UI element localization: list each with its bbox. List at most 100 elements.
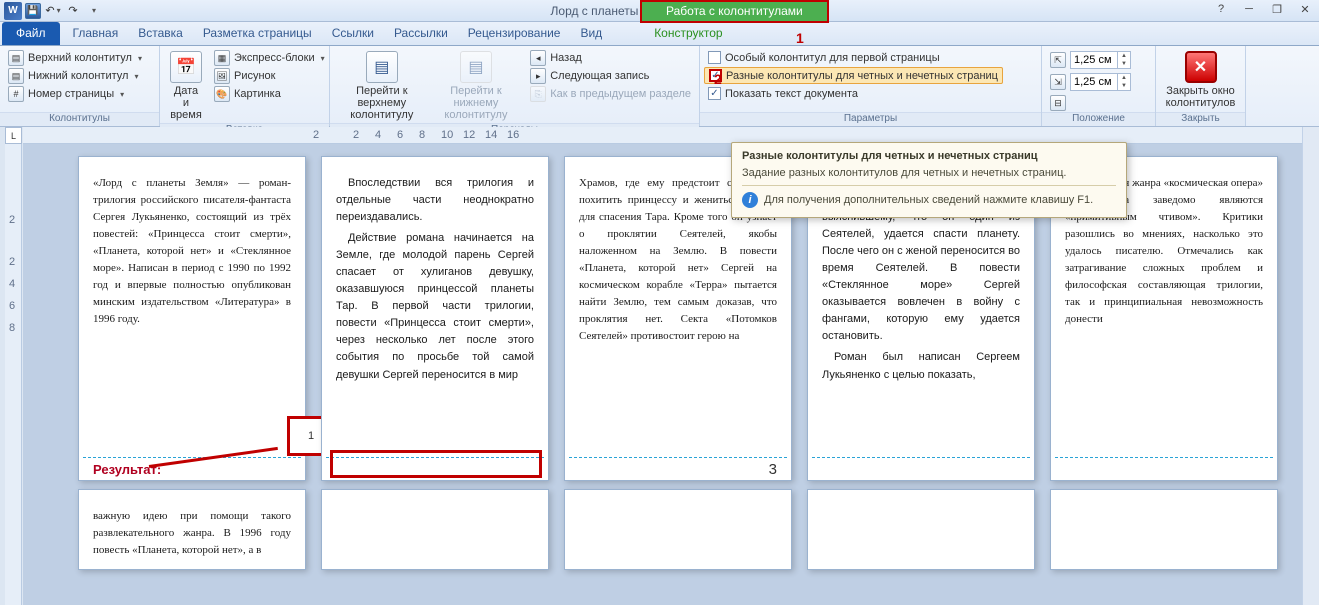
page-number-button[interactable]: #Номер страницы▾ (4, 85, 128, 103)
restore-button[interactable]: ❐ (1263, 0, 1291, 18)
ruler-tick: 2 (9, 256, 15, 268)
close-header-footer-button[interactable]: ✕ Закрыть окно колонтитулов (1160, 49, 1242, 111)
ruler-tick: 2 (353, 129, 359, 141)
goto-header-label1: Перейти к верхнему (340, 85, 424, 109)
tab-selector[interactable]: L (5, 127, 22, 144)
spin-down-icon[interactable]: ▼ (1118, 82, 1130, 90)
show-document-text-checkbox[interactable]: ✓Показать текст документа (704, 86, 862, 101)
first-page-different-checkbox[interactable]: Особый колонтитул для первой страницы (704, 50, 944, 65)
goto-header-button[interactable]: ▤ Перейти к верхнему колонтитулу (334, 49, 430, 123)
date-time-label2: время (170, 109, 202, 121)
previous-button[interactable]: ◂Назад (526, 49, 695, 67)
group-close: ✕ Закрыть окно колонтитулов Закрыть (1156, 46, 1246, 126)
tab-file[interactable]: Файл (2, 22, 60, 45)
next-label: Следующая запись (550, 70, 649, 82)
ruler-tick: 10 (441, 129, 453, 141)
help-button[interactable]: ? (1207, 0, 1235, 18)
checkbox-icon (708, 51, 721, 64)
odd-even-different-checkbox[interactable]: ✓Разные колонтитулы для четных и нечетны… (704, 67, 1003, 84)
page-8-even[interactable] (564, 489, 792, 570)
tab-references[interactable]: Ссылки (322, 22, 384, 45)
group-label-headers: Колонтитулы (0, 112, 159, 126)
picture-label: Рисунок (234, 70, 276, 82)
close-label2: колонтитулов (1166, 97, 1236, 109)
page-body-text: важную идею при помощи такого развлекате… (79, 490, 305, 569)
tab-designer[interactable]: Конструктор (644, 22, 732, 45)
spin-down-icon[interactable]: ▼ (1118, 60, 1130, 68)
qat-customize[interactable]: ▾ (84, 2, 102, 20)
page-2-even[interactable]: Впоследствии вся трилогия и отдельные ча… (321, 156, 549, 481)
footer-button[interactable]: ▤Нижний колонтитул▾ (4, 67, 142, 85)
header-from-top[interactable]: ⇱ ▲▼ (1046, 50, 1135, 70)
title-bar: W 💾 ↶▾ ↷ ▾ Лорд с планеты Земля - Micros… (0, 0, 1319, 22)
goto-footer-label2: колонтитулу (444, 109, 507, 121)
tab-home[interactable]: Главная (63, 22, 129, 45)
group-insert: 📅 Дата и время ▦Экспресс-блоки▾ 🖼Рисунок… (160, 46, 330, 126)
clipart-button[interactable]: 🎨Картинка (210, 85, 329, 103)
spin-up-icon[interactable]: ▲ (1118, 74, 1130, 82)
header-label: Верхний колонтитул (28, 52, 132, 64)
close-window-button[interactable]: ✕ (1291, 0, 1319, 18)
goto-header-icon: ▤ (366, 51, 398, 83)
word-app-icon[interactable]: W (4, 2, 22, 20)
window-controls: ? ─ ❐ ✕ (1207, 0, 1319, 18)
quick-access-toolbar: W 💾 ↶▾ ↷ ▾ (0, 2, 102, 20)
tab-insert[interactable]: Вставка (128, 22, 193, 45)
footer-bottom-input[interactable] (1071, 75, 1117, 89)
undo-button[interactable]: ↶▾ (44, 2, 62, 20)
footer-label: Нижний колонтитул (28, 70, 128, 82)
link-previous-label: Как в предыдущем разделе (550, 88, 691, 100)
redo-button[interactable]: ↷ (64, 2, 82, 20)
clipart-label: Картинка (234, 88, 281, 100)
page-7-odd[interactable] (321, 489, 549, 570)
close-label1: Закрыть окно (1166, 85, 1235, 97)
ruler-tick: 4 (375, 129, 381, 141)
footer-from-bottom[interactable]: ⇲ ▲▼ (1046, 72, 1135, 92)
calendar-icon: 📅 (170, 51, 202, 83)
tab-icon: ⊟ (1050, 95, 1066, 111)
vertical-ruler[interactable]: 2 2 4 6 8 (5, 144, 22, 605)
tooltip-f1-text: Для получения дополнительных сведений на… (764, 194, 1093, 206)
page-body-text: Впоследствии вся трилогия и отдельные ча… (322, 157, 548, 457)
tab-page-layout[interactable]: Разметка страницы (193, 22, 322, 45)
page-9-odd[interactable] (807, 489, 1035, 570)
page-1-odd[interactable]: «Лорд с планеты Земля» — роман- трилогия… (78, 156, 306, 481)
tab-mailings[interactable]: Рассылки (384, 22, 458, 45)
page-10-even[interactable] (1050, 489, 1278, 570)
page-footer[interactable] (808, 458, 1034, 480)
page-number-text: 3 (769, 461, 777, 478)
picture-button[interactable]: 🖼Рисунок (210, 67, 329, 85)
date-time-button[interactable]: 📅 Дата и время (164, 49, 208, 123)
next-button[interactable]: ▸Следующая запись (526, 67, 695, 85)
header-top-input[interactable] (1071, 53, 1117, 67)
vertical-scrollbar[interactable] (1302, 127, 1319, 605)
group-label-position: Положение (1042, 112, 1155, 126)
header-button[interactable]: ▤Верхний колонтитул▾ (4, 49, 146, 67)
previous-label: Назад (550, 52, 582, 64)
group-label-close: Закрыть (1156, 112, 1245, 126)
minimize-button[interactable]: ─ (1235, 0, 1263, 18)
tooltip-odd-even: Разные колонтитулы для четных и нечетных… (731, 142, 1127, 218)
ruler-bottom-icon: ⇲ (1050, 74, 1066, 90)
odd-even-label: Разные колонтитулы для четных и нечетных… (726, 70, 998, 82)
quick-parts-label: Экспресс-блоки (234, 52, 315, 64)
quick-parts-button[interactable]: ▦Экспресс-блоки▾ (210, 49, 329, 67)
page-footer[interactable]: 3 (565, 458, 791, 480)
page-6-even[interactable]: важную идею при помощи такого развлекате… (78, 489, 306, 570)
group-label-options: Параметры (700, 112, 1041, 126)
header-top-spinbox[interactable]: ▲▼ (1070, 51, 1131, 69)
date-time-label1: Дата и (170, 85, 202, 109)
annotation-1: 1 (796, 30, 804, 46)
save-button[interactable]: 💾 (24, 2, 42, 20)
tooltip-title: Разные колонтитулы для четных и нечетных… (742, 150, 1116, 162)
page-footer[interactable] (1051, 458, 1277, 480)
spin-up-icon[interactable]: ▲ (1118, 52, 1130, 60)
ruler-tick: 2 (313, 129, 319, 141)
goto-footer-label1: Перейти к нижнему (436, 85, 517, 109)
footer-bottom-spinbox[interactable]: ▲▼ (1070, 73, 1131, 91)
tab-review[interactable]: Рецензирование (458, 22, 571, 45)
group-position: ⇱ ▲▼ ⇲ ▲▼ ⊟ Положение (1042, 46, 1156, 126)
insert-alignment-tab-button[interactable]: ⊟ (1046, 94, 1070, 112)
close-icon: ✕ (1185, 51, 1217, 83)
tab-view[interactable]: Вид (570, 22, 612, 45)
